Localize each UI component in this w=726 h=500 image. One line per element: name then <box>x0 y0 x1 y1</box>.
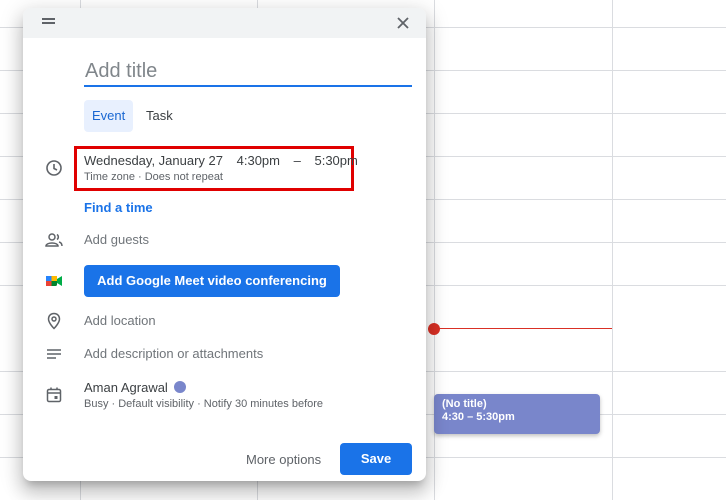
tab-task[interactable]: Task <box>138 100 181 132</box>
people-icon <box>45 231 63 249</box>
time-separator: – <box>293 153 301 168</box>
calendar-icon <box>45 386 63 404</box>
more-options-button[interactable]: More options <box>236 444 331 476</box>
time-zone-repeat[interactable]: Time zone · Does not repeat <box>84 171 223 183</box>
event-end-time[interactable]: 5:30pm <box>314 153 357 168</box>
event-chip-title: (No title) <box>442 398 487 410</box>
current-time-dot <box>428 323 440 335</box>
location-pin-icon <box>45 312 63 330</box>
find-time-link[interactable]: Find a time <box>84 200 153 215</box>
event-start-time[interactable]: 4:30pm <box>237 153 280 168</box>
calendar-color-dot[interactable] <box>173 381 186 393</box>
add-guests-field[interactable]: Add guests <box>84 232 149 247</box>
calendar-owner[interactable]: Aman Agrawal <box>84 380 186 395</box>
close-icon[interactable] <box>393 13 413 33</box>
add-location-field[interactable]: Add location <box>84 313 156 328</box>
quick-event-dialog: Event Task Wednesday, January 27 4:30pm … <box>23 8 426 481</box>
owner-settings[interactable]: Busy · Default visibility · Notify 30 mi… <box>84 398 323 410</box>
dialog-header[interactable] <box>23 8 426 38</box>
drag-handle-icon[interactable] <box>42 18 55 24</box>
notes-icon <box>45 346 63 364</box>
current-time-line <box>434 328 612 329</box>
calendar-event-chip[interactable]: (No title) 4:30 – 5:30pm <box>434 394 600 434</box>
add-google-meet-button[interactable]: Add Google Meet video conferencing <box>84 265 340 297</box>
grid-column-line <box>612 0 613 500</box>
title-input[interactable] <box>84 57 412 87</box>
clock-icon <box>45 159 63 177</box>
add-description-field[interactable]: Add description or attachments <box>84 346 263 361</box>
save-button[interactable]: Save <box>340 443 412 475</box>
event-date[interactable]: Wednesday, January 27 <box>84 153 223 168</box>
tab-event[interactable]: Event <box>84 100 134 132</box>
event-date-time[interactable]: Wednesday, January 27 4:30pm – 5:30pm <box>84 153 368 168</box>
google-meet-icon <box>45 272 63 290</box>
event-chip-time: 4:30 – 5:30pm <box>442 411 515 423</box>
owner-name: Aman Agrawal <box>84 380 168 395</box>
